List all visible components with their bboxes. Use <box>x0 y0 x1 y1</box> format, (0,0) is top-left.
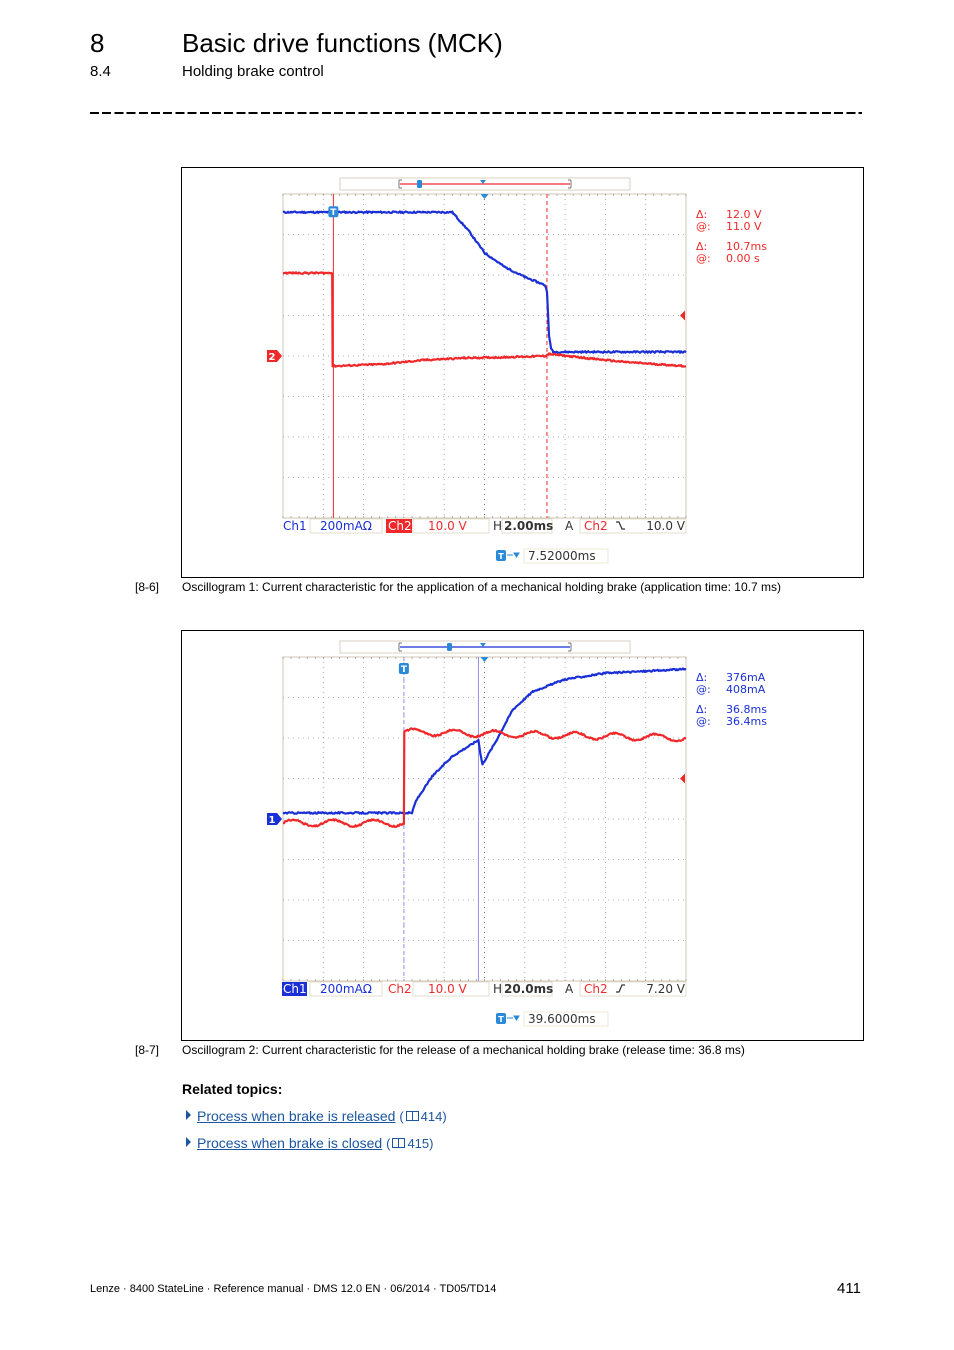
timeline-trigger-marker <box>447 643 452 651</box>
readout-label: @: <box>696 252 711 265</box>
ch2-label: Ch2 <box>388 982 412 996</box>
chapter-number: 8 <box>90 28 105 58</box>
figure-caption: Oscillogram 2: Current characteristic fo… <box>182 1043 745 1057</box>
readout-label: @: <box>696 715 711 728</box>
footer-text: Lenze · 8400 StateLine · Reference manua… <box>90 1283 497 1295</box>
timebase-value: 2.00ms <box>504 519 553 533</box>
ch1-scale: 200mAΩ <box>320 519 372 533</box>
readout-label: @: <box>696 220 711 233</box>
book-icon <box>392 1138 406 1148</box>
related-topic-item: Process when brake is released (414) <box>186 1108 447 1124</box>
figure-caption: Oscillogram 1: Current characteristic fo… <box>182 580 781 594</box>
trigger-slope-icon <box>616 984 625 993</box>
section-title: Holding brake control <box>182 63 324 80</box>
trigger-source: Ch2 <box>584 982 608 996</box>
ch1-label: Ch1 <box>283 982 307 996</box>
ch1-label: Ch1 <box>283 519 307 533</box>
timeline-trigger-marker <box>417 180 422 188</box>
trigger-slope-icon <box>616 521 625 530</box>
related-link-brake-closed[interactable]: Process when brake is closed <box>197 1135 382 1151</box>
ch1-scale: 200mAΩ <box>320 982 372 996</box>
trigger-level: 10.0 V <box>646 519 686 533</box>
oscillogram-2: T1Δ: 376mA@: 408mAΔ: 36.8ms@: 36.4msCh1 200mA… <box>267 640 767 1027</box>
ch2-label: Ch2 <box>388 519 412 533</box>
trigger-label: A <box>565 519 574 533</box>
readout-label: @: <box>696 683 711 696</box>
triangle-right-icon <box>186 1137 191 1147</box>
page-reference: (415) <box>386 1136 434 1151</box>
readout-value: 0.00 s <box>726 252 760 265</box>
ground-marker-label: 1 <box>269 815 276 826</box>
figure-number: [8-7] <box>135 1043 160 1057</box>
readout-value: 36.4ms <box>726 715 767 728</box>
ch2-scale: 10.0 V <box>428 519 468 533</box>
trigger-label: A <box>565 982 574 996</box>
page-reference: (414) <box>399 1109 447 1124</box>
chapter-title: Basic drive functions (MCK) <box>182 28 503 58</box>
oscillogram-1: T2Δ: 12.0 V@: 11.0 VΔ: 10.7ms@: 0.00 sCh1 200… <box>267 177 767 564</box>
ch2-scale: 10.0 V <box>428 982 468 996</box>
trigger-t-icon-label: T <box>401 665 408 675</box>
trigger-position-icon-label: T <box>498 1015 504 1024</box>
ground-marker-label: 2 <box>269 352 276 363</box>
figure-number: [8-6] <box>135 580 160 594</box>
readout-value: 408mA <box>726 683 766 696</box>
trigger-source: Ch2 <box>584 519 608 533</box>
trigger-position-value: 39.6000ms <box>528 1012 596 1026</box>
trigger-position-value: 7.52000ms <box>528 549 596 563</box>
oscillogram-2-frame: T 1 Δ: 376mA @: 408mA Δ: 36.8ms @: 36.4ms Ch1 200mA… <box>181 630 864 1041</box>
page-number: 411 <box>837 1280 861 1297</box>
arrow-right-icon <box>507 552 520 558</box>
trigger-position-icon-label: T <box>498 552 504 561</box>
timebase-label: H <box>493 519 502 533</box>
related-link-brake-released[interactable]: Process when brake is released <box>197 1108 395 1124</box>
related-topic-item: Process when brake is closed (415) <box>186 1135 433 1151</box>
trigger-level: 7.20 V <box>646 982 686 996</box>
section-number: 8.4 <box>90 63 111 80</box>
trigger-t-icon-label: T <box>330 208 337 218</box>
header-divider <box>90 112 862 114</box>
triangle-right-icon <box>186 1110 191 1120</box>
timebase-value: 20.0ms <box>504 982 553 996</box>
book-icon <box>405 1111 419 1121</box>
arrow-right-icon <box>507 1015 520 1021</box>
readout-value: 11.0 V <box>726 220 762 233</box>
oscillogram-1-frame: T 2 Δ: 12.0 V @: 11.0 V Δ: 10.7ms @: 0.00 s Ch1 200… <box>181 167 864 578</box>
timebase-label: H <box>493 982 502 996</box>
related-topics-heading: Related topics: <box>182 1081 283 1097</box>
